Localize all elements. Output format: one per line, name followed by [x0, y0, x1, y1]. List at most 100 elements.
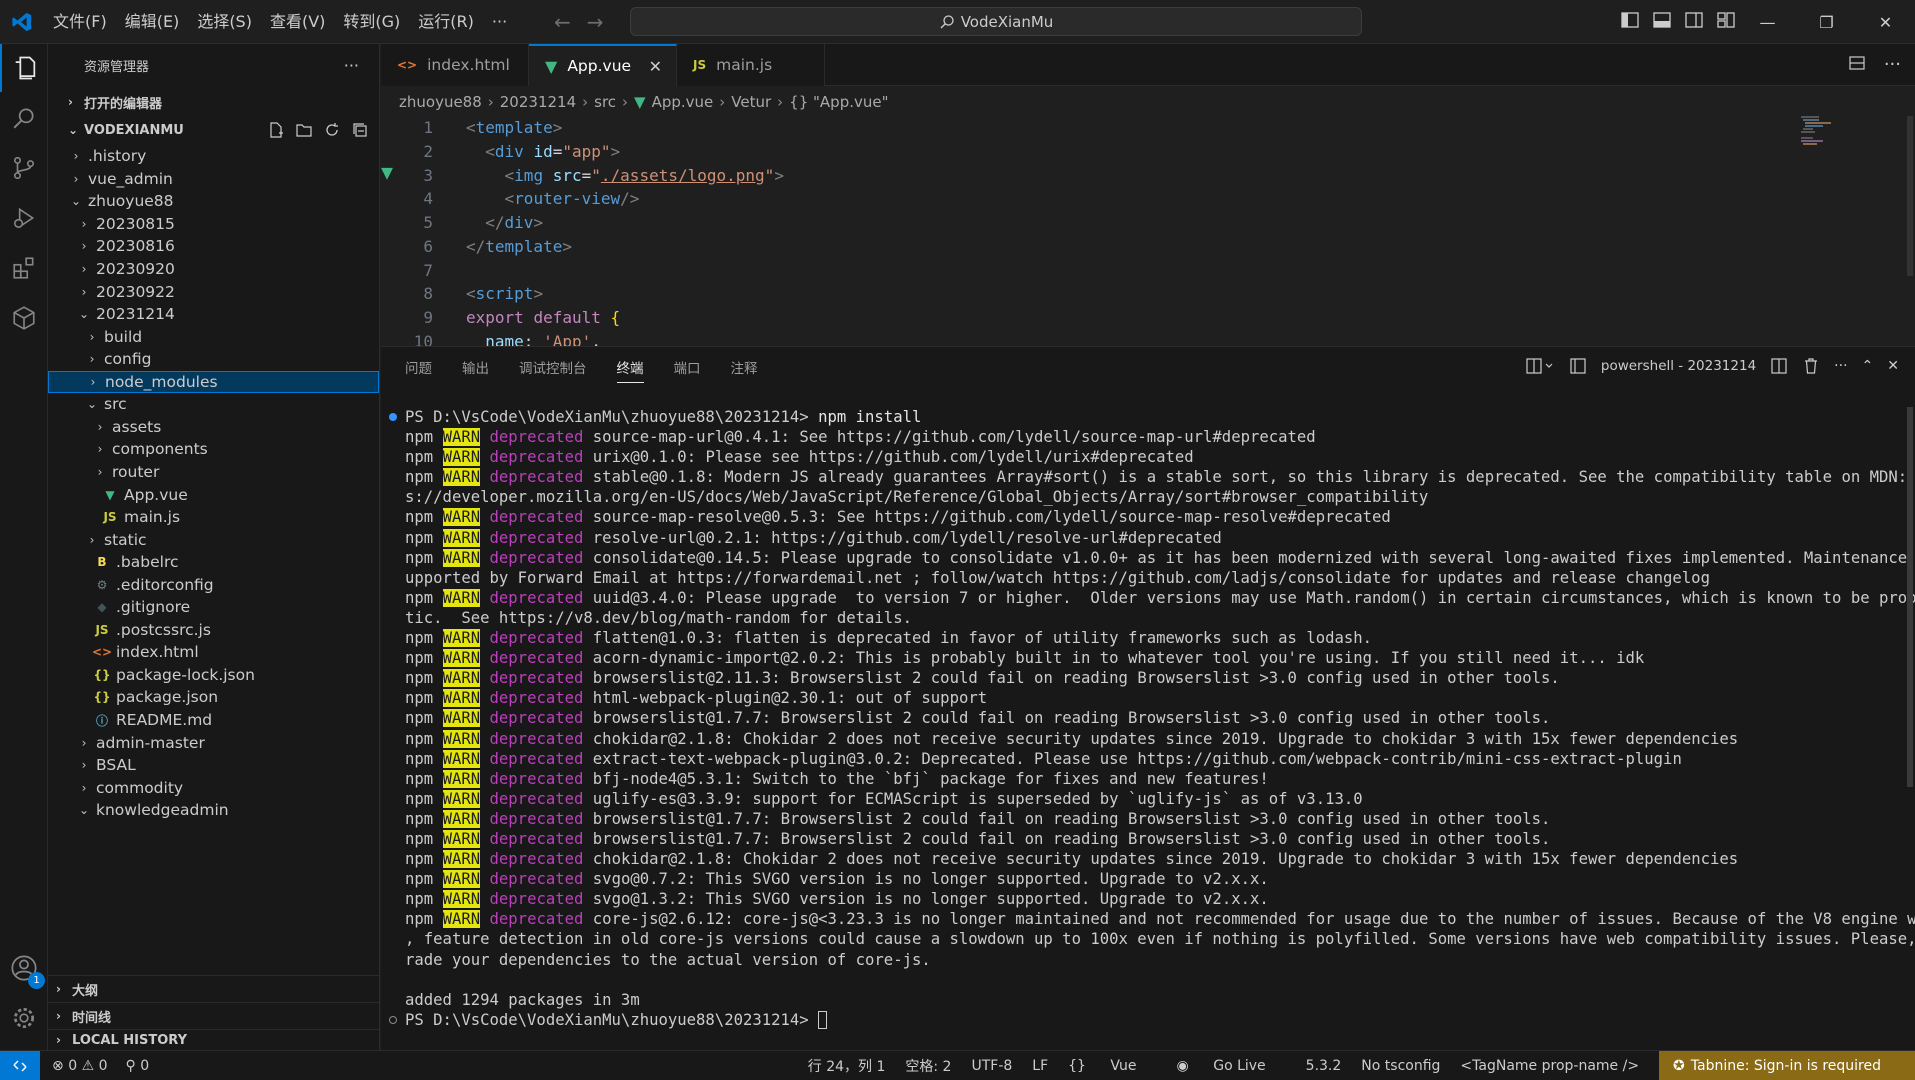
remote-explorer-icon[interactable] — [0, 294, 48, 342]
breadcrumb-item[interactable]: App.vue — [652, 93, 714, 111]
file-item[interactable]: JS .postcssrc.js — [48, 619, 379, 642]
menu-selection[interactable]: 选择(S) — [188, 0, 261, 44]
more-actions-icon[interactable]: ··· — [344, 56, 359, 75]
extensions-icon[interactable] — [0, 244, 48, 292]
indentation[interactable]: 空格: 2 — [905, 1056, 951, 1076]
file-item[interactable]: ⓘ README.md — [48, 709, 379, 732]
restore-icon[interactable]: ❐ — [1797, 0, 1856, 44]
folder-item[interactable]: ⌄ src — [48, 393, 379, 416]
folder-item[interactable]: › commodity — [48, 776, 379, 799]
language-mode[interactable]: {} Vue — [1068, 1058, 1156, 1074]
local-history-section[interactable]: › LOCAL HISTORY — [48, 1029, 379, 1050]
timeline-section[interactable]: › 时间线 — [48, 1002, 379, 1029]
minimap[interactable] — [1801, 116, 1901, 176]
tab-ports[interactable]: 端口 — [674, 347, 701, 391]
toggle-panel-icon[interactable] — [1652, 10, 1672, 30]
breadcrumb-item[interactable]: 20231214 — [500, 93, 576, 111]
folder-item[interactable]: › BSAL — [48, 754, 379, 777]
editor-more-icon[interactable]: ··· — [1884, 54, 1901, 75]
file-item[interactable]: {} package-lock.json — [48, 664, 379, 687]
folder-item[interactable]: › components — [48, 438, 379, 461]
tsconfig-status[interactable]: No tsconfig — [1361, 1058, 1440, 1074]
refresh-icon[interactable] — [323, 121, 341, 139]
file-item[interactable]: ▼ App.vue — [48, 483, 379, 506]
tabnine-status[interactable]: ✪ Tabnine: Sign-in is required — [1659, 1051, 1915, 1080]
workspace-root[interactable]: ⌄ VODEXIANMU — [48, 116, 379, 144]
tab-comments[interactable]: 注释 — [731, 347, 758, 391]
problems-status[interactable]: ⊗ 0 ⚠ 0 — [52, 1058, 108, 1074]
file-item[interactable]: JS main.js — [48, 506, 379, 529]
close-window-icon[interactable]: ✕ — [1856, 0, 1915, 44]
forward-arrow-icon[interactable]: → — [587, 10, 604, 34]
maximize-panel-icon[interactable]: ⌃ — [1862, 358, 1874, 374]
new-folder-icon[interactable] — [295, 121, 313, 139]
close-panel-icon[interactable]: ✕ — [1887, 358, 1899, 374]
open-editors-section[interactable]: › 打开的编辑器 — [48, 88, 162, 116]
breadcrumb-item[interactable]: zhuoyue88 — [399, 93, 482, 111]
vetur-version[interactable]: 5.3.2 — [1306, 1058, 1342, 1074]
menu-goto[interactable]: 转到(G) — [334, 0, 409, 44]
new-file-icon[interactable] — [267, 121, 285, 139]
file-item[interactable]: B .babelrc — [48, 551, 379, 574]
menu-file[interactable]: 文件(F) — [44, 0, 116, 44]
editor-scrollbar[interactable] — [1907, 116, 1913, 276]
trash-icon[interactable] — [1802, 357, 1820, 375]
file-item[interactable]: <> index.html — [48, 641, 379, 664]
command-center-search[interactable]: VodeXianMu — [630, 7, 1362, 36]
folder-item[interactable]: › static — [48, 528, 379, 551]
tab-debug-console[interactable]: 调试控制台 — [519, 347, 587, 391]
tab-problems[interactable]: 问题 — [405, 347, 432, 391]
menu-view[interactable]: 查看(V) — [261, 0, 334, 44]
menu-run[interactable]: 运行(R) — [409, 0, 483, 44]
file-item[interactable]: {} package.json — [48, 686, 379, 709]
folder-item[interactable]: › vue_admin — [48, 168, 379, 191]
outline-section[interactable]: › 大纲 — [48, 975, 379, 1002]
tab-main-js[interactable]: JS main.js — [677, 44, 825, 86]
explorer-icon[interactable] — [0, 44, 48, 92]
run-debug-icon[interactable] — [0, 194, 48, 242]
toggle-secondary-sidebar-icon[interactable] — [1684, 10, 1704, 30]
terminal-scrollbar[interactable] — [1907, 407, 1913, 787]
cursor-position[interactable]: 行 24，列 1 — [808, 1056, 886, 1076]
folder-item[interactable]: › admin-master — [48, 731, 379, 754]
toggle-primary-sidebar-icon[interactable] — [1620, 10, 1640, 30]
minimize-icon[interactable]: — — [1738, 0, 1797, 44]
split-editor-icon[interactable] — [1848, 54, 1866, 72]
folder-item[interactable]: ⌄ knowledgeadmin — [48, 799, 379, 822]
folder-item[interactable]: › 20230816 — [48, 235, 379, 258]
folder-item[interactable]: ⌄ zhuoyue88 — [48, 190, 379, 213]
menu-edit[interactable]: 编辑(E) — [116, 0, 189, 44]
file-item[interactable]: ⚙ .editorconfig — [48, 573, 379, 596]
manage-gear-icon[interactable] — [0, 994, 48, 1042]
command-decoration-icon[interactable] — [389, 413, 397, 421]
close-tab-icon[interactable]: ✕ — [649, 57, 662, 76]
folder-item[interactable]: › 20230920 — [48, 258, 379, 281]
tab-terminal[interactable]: 终端 — [616, 347, 644, 391]
tagname-status[interactable]: <TagName prop-name /> — [1460, 1058, 1639, 1074]
accounts-icon[interactable]: 1 — [0, 944, 48, 992]
collapse-all-icon[interactable] — [351, 121, 369, 139]
folder-item[interactable]: › assets — [48, 416, 379, 439]
remote-indicator-icon[interactable] — [0, 1050, 40, 1080]
encoding[interactable]: UTF-8 — [971, 1058, 1012, 1074]
folder-item[interactable]: › 20230922 — [48, 280, 379, 303]
command-decoration-icon[interactable] — [389, 1015, 397, 1024]
tab-app-vue[interactable]: ▼ App.vue ✕ — [529, 44, 677, 87]
breadcrumb-item[interactable]: src — [594, 93, 616, 111]
file-item[interactable]: ◆ .gitignore — [48, 596, 379, 619]
source-control-icon[interactable] — [0, 144, 48, 192]
folder-item[interactable]: › 20230815 — [48, 213, 379, 236]
breadcrumb-item[interactable]: {} "App.vue" — [789, 93, 888, 111]
breadcrumb-item[interactable]: Vetur — [731, 93, 771, 111]
end-of-line[interactable]: LF — [1032, 1058, 1048, 1074]
folder-item[interactable]: › config — [48, 348, 379, 371]
menu-more[interactable]: ··· — [483, 0, 516, 44]
terminal-output[interactable]: PS D:\VsCode\VodeXianMu\zhuoyue88\202312… — [389, 407, 1915, 1030]
customize-layout-icon[interactable] — [1716, 10, 1736, 30]
back-arrow-icon[interactable]: ← — [554, 10, 571, 34]
ports-status[interactable]: ⚲ 0 — [126, 1058, 150, 1074]
folder-item[interactable]: › router — [48, 461, 379, 484]
folder-item[interactable]: › build — [48, 325, 379, 348]
panel-more-icon[interactable]: ··· — [1834, 358, 1847, 374]
folder-item[interactable]: › node_modules — [48, 370, 379, 394]
